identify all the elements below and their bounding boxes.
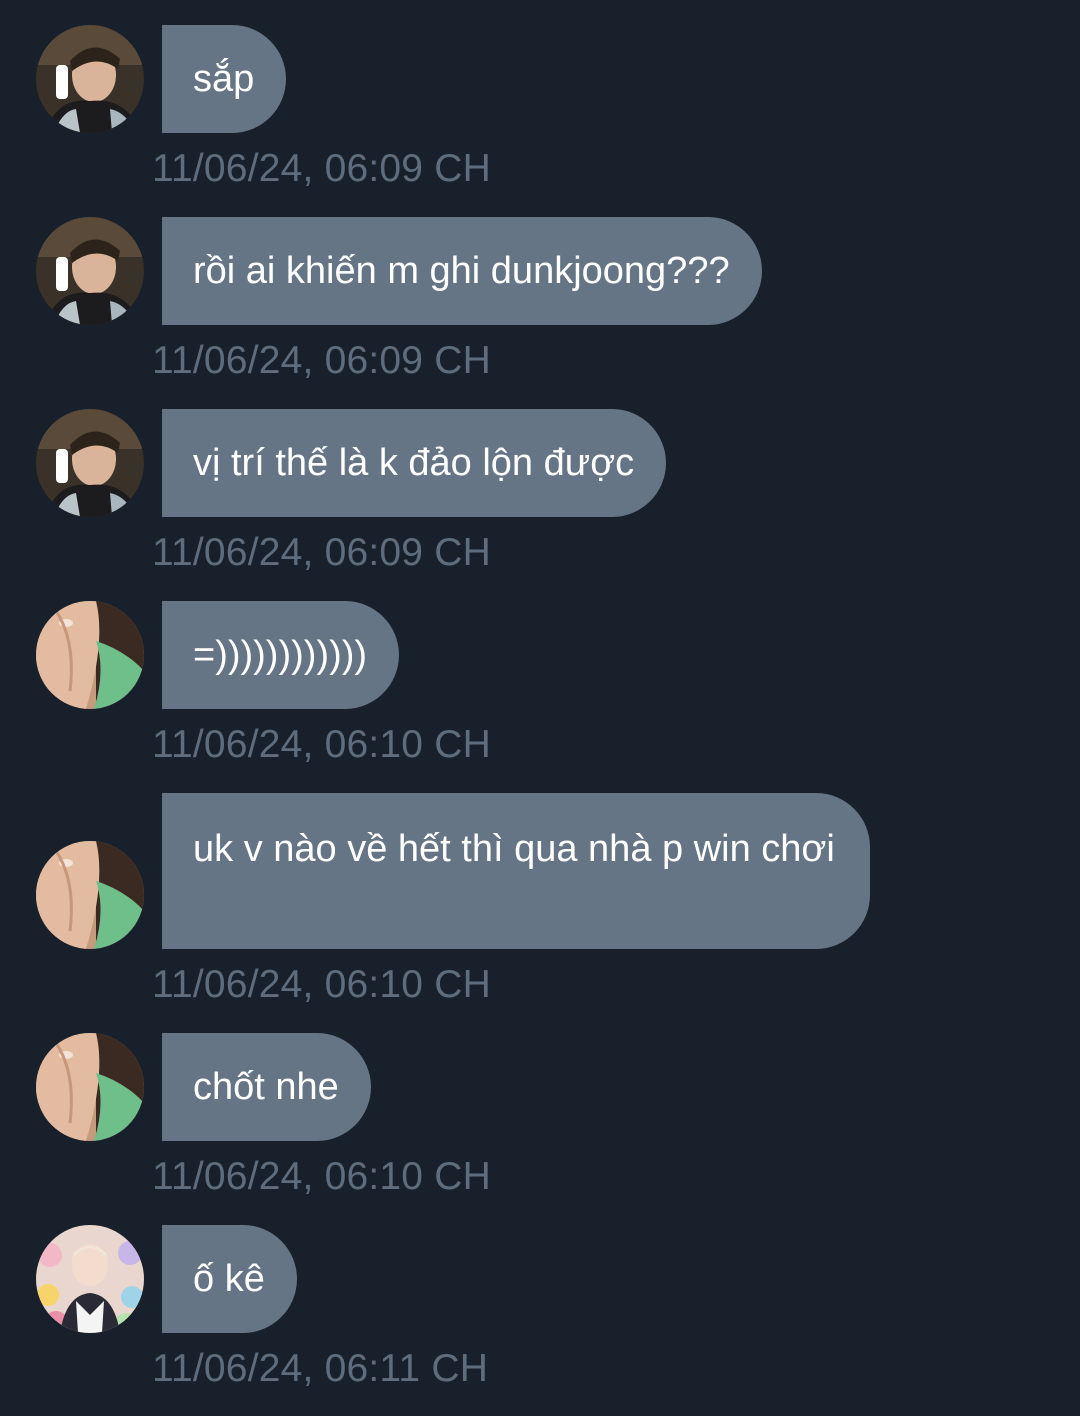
message-timestamp: 11/06/24, 06:09 CH: [152, 339, 491, 382]
message-bubble[interactable]: vị trí thế là k đảo lộn được: [162, 409, 667, 517]
avatar-a-image: [36, 25, 144, 133]
chat-thread: sắp 11/06/24, 06:09 CH rồi ai khiến m gh…: [0, 0, 1080, 1416]
sender-avatar-b[interactable]: [36, 601, 144, 709]
sender-avatar-b[interactable]: [36, 841, 144, 949]
sender-avatar-a[interactable]: [36, 217, 144, 325]
sender-avatar-b[interactable]: [36, 1033, 144, 1141]
avatar-b-image: [36, 1033, 144, 1141]
message-bubble[interactable]: uk v nào về hết thì qua nhà p win chơi: [162, 793, 870, 949]
avatar-a-image: [36, 409, 144, 517]
message-timestamp: 11/06/24, 06:10 CH: [152, 963, 491, 1006]
message-bubble[interactable]: ố kê: [162, 1225, 297, 1333]
sender-avatar-a[interactable]: [36, 409, 144, 517]
avatar-b-image: [36, 841, 144, 949]
avatar-c-image: [36, 1225, 144, 1333]
message-timestamp: 11/06/24, 06:09 CH: [152, 147, 491, 190]
message-bubble[interactable]: rồi ai khiến m ghi dunkjoong???: [162, 217, 762, 325]
sender-avatar-c[interactable]: [36, 1225, 144, 1333]
message-timestamp: 11/06/24, 06:10 CH: [152, 1155, 491, 1198]
sender-avatar-a[interactable]: [36, 25, 144, 133]
avatar-b-image: [36, 601, 144, 709]
message-timestamp: 11/06/24, 06:10 CH: [152, 723, 491, 766]
message-bubble[interactable]: =)))))))))))): [162, 601, 400, 709]
message-bubble[interactable]: chốt nhe: [162, 1033, 371, 1141]
message-timestamp: 11/06/24, 06:09 CH: [152, 531, 491, 574]
message-bubble[interactable]: sắp: [162, 25, 287, 133]
message-timestamp: 11/06/24, 06:11 CH: [152, 1347, 489, 1390]
avatar-a-image: [36, 217, 144, 325]
